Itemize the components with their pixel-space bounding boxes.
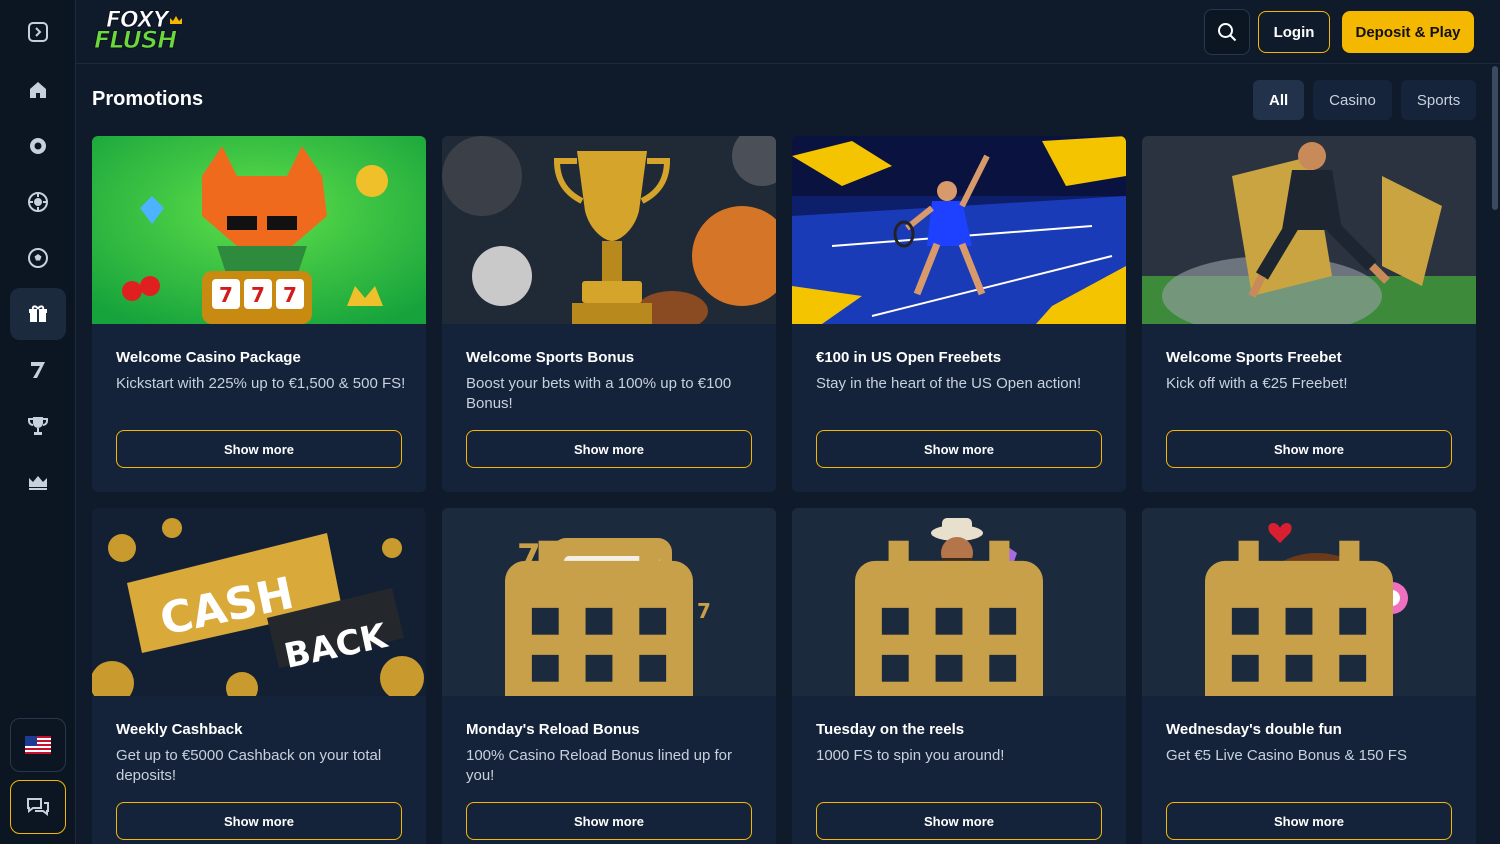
seven-icon [31,362,45,378]
trophy-icon [28,417,48,435]
promo-description: 100% Casino Reload Bonus lined up for yo… [466,747,733,784]
search-button[interactable] [1204,9,1250,55]
sidebar [0,0,76,844]
promo-image-cashback: CASH BACK [92,508,426,696]
promo-image-trophy [442,136,776,324]
search-icon [1218,23,1237,42]
promo-description: Boost your bets with a 100% up to €100 B… [466,375,732,412]
promo-card: €100 in US Open Freebets Stay in the hea… [792,136,1126,492]
promo-title: Wednesday's double fun [1166,721,1342,738]
sidebar-item-live-casino[interactable] [10,176,66,228]
promo-card: CASH BACK Weekly Cashback Get up to €500… [92,508,426,844]
sidebar-item-tournaments[interactable] [10,400,66,452]
football-icon [28,248,48,268]
svg-text:7: 7 [219,283,233,307]
promo-title: €100 in US Open Freebets [816,349,1002,366]
filter-sports[interactable]: Sports [1400,80,1477,120]
chat-button[interactable] [10,780,66,834]
calendar-icon [1205,540,1393,696]
promo-image-roulette [1142,508,1476,696]
promo-title: Monday's Reload Bonus [466,721,640,738]
promo-image-slot-machine: 7 7 7 7 7 [442,508,776,696]
filter-all[interactable]: All [1253,80,1305,120]
chat-icon [27,798,49,816]
show-more-button[interactable]: Show more [466,430,752,468]
calendar-icon [505,540,693,696]
show-more-button[interactable]: Show more [1166,802,1452,840]
svg-text:7: 7 [251,283,265,307]
promo-image-cowboy: 7 7 7 [792,508,1126,696]
us-flag-icon [25,736,51,754]
logo-crown-icon [170,16,182,24]
promo-card: 7 7 7 Welcome Casino Package Kickstart w… [92,136,426,492]
promo-image-fox-slot: 7 7 7 [92,136,426,324]
promo-description: Get €5 Live Casino Bonus & 150 FS [1166,747,1407,764]
promo-title: Weekly Cashback [116,721,243,738]
page-scrollbar[interactable] [1492,66,1498,210]
promo-description: 1000 FS to spin you around! [816,747,1005,764]
promo-card: Wednesday's double fun Get €5 Live Casin… [1142,508,1476,844]
sidebar-item-vip[interactable] [10,456,66,508]
sidebar-expand-button[interactable] [10,6,66,58]
home-icon [30,82,46,98]
sidebar-item-home[interactable] [10,64,66,116]
promo-description: Stay in the heart of the US Open action! [816,375,1082,392]
gift-icon [29,305,47,322]
promo-image-tennis [792,136,1126,324]
show-more-button[interactable]: Show more [466,802,752,840]
logo-line-2: FLUSH [93,26,177,54]
sidebar-item-promotions[interactable] [10,288,66,340]
sidebar-item-sports[interactable] [10,232,66,284]
roulette-icon [28,192,48,212]
filter-casino[interactable]: Casino [1313,80,1392,120]
promo-title: Welcome Sports Freebet [1166,349,1342,366]
show-more-button[interactable]: Show more [816,802,1102,840]
promo-card: 7 7 7 7 7 Monday's Reload Bonus 100% Cas… [442,508,776,844]
promo-description: Get up to €5000 Cashback on your total d… [116,747,382,784]
promo-card: 7 7 7 Tuesday on the reels 1000 FS to sp… [792,508,1126,844]
expand-icon [28,22,48,42]
sidebar-item-slots[interactable] [10,344,66,396]
language-selector[interactable] [10,718,66,772]
top-header: FOXY FLUSH Login Deposit & Play [76,0,1500,64]
promo-description: Kickstart with 225% up to €1,500 & 500 F… [116,375,406,392]
promo-title: Welcome Sports Bonus [466,349,635,366]
promo-description: Kick off with a €25 Freebet! [1166,375,1348,392]
sidebar-item-casino[interactable] [10,120,66,172]
page-title: Promotions [92,88,204,110]
promo-card: Welcome Sports Bonus Boost your bets wit… [442,136,776,492]
brand-logo[interactable]: FOXY FLUSH [93,8,186,56]
promo-image-football-player [1142,136,1476,324]
show-more-button[interactable]: Show more [816,430,1102,468]
login-button[interactable]: Login [1258,11,1330,53]
casino-chip-icon [30,138,46,154]
promo-title: Welcome Casino Package [116,349,301,366]
promotions-grid: 7 7 7 Welcome Casino Package Kickstart w… [92,136,1476,844]
calendar-icon [855,540,1043,696]
show-more-button[interactable]: Show more [116,430,402,468]
crown-icon [29,476,47,490]
svg-text:7: 7 [283,283,297,307]
promotion-filters: All Casino Sports [1253,80,1477,120]
show-more-button[interactable]: Show more [1166,430,1452,468]
show-more-button[interactable]: Show more [116,802,402,840]
promo-card: Welcome Sports Freebet Kick off with a €… [1142,136,1476,492]
deposit-play-button[interactable]: Deposit & Play [1342,11,1474,53]
promo-title: Tuesday on the reels [816,721,965,738]
